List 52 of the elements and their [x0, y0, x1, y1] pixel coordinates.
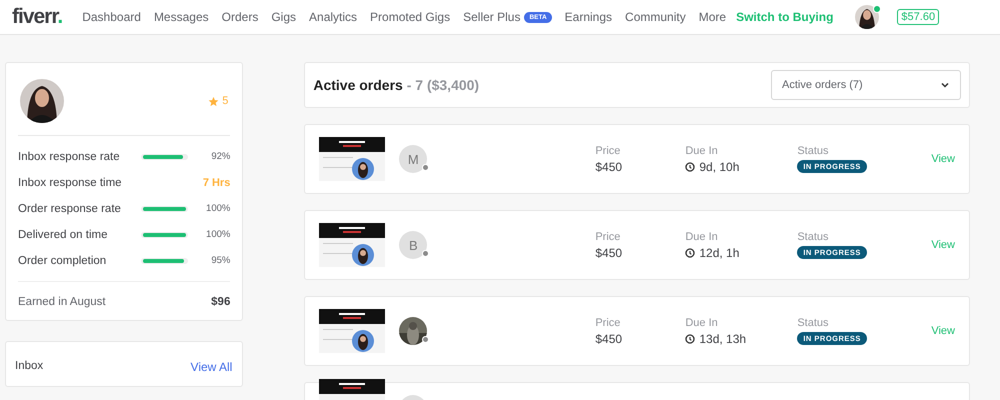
clock-icon	[685, 162, 696, 172]
star-icon	[208, 96, 220, 106]
rating-value: 5	[222, 95, 228, 107]
fiverr-logo[interactable]: fiverr.	[12, 5, 62, 29]
status-label: Status	[797, 231, 830, 243]
metric-label: Order completion	[18, 254, 108, 266]
status-dot	[422, 336, 430, 343]
metric-label: Inbox response time	[18, 176, 123, 188]
orders-title: Active orders - 7 ($3,400)	[313, 77, 480, 93]
nav-link[interactable]: Messages	[154, 10, 209, 24]
due-label: Due In	[685, 230, 719, 242]
due-label: Due In	[685, 316, 719, 328]
metric-value: 100%	[205, 229, 230, 240]
metric-label: Delivered on time	[18, 228, 108, 240]
nav-link[interactable]: Promoted Gigs	[370, 10, 450, 24]
due-value: 12d, 1h	[699, 246, 740, 260]
orders-filter-dropdown[interactable]: Active orders (7)	[771, 70, 961, 100]
metric-value: 7 Hrs	[202, 176, 230, 188]
price-value: $450	[595, 160, 624, 174]
earned-value: $96	[211, 296, 230, 308]
price-label: Price	[595, 230, 622, 242]
metric-value: 100%	[205, 203, 230, 214]
earned-label: Earned in August	[18, 296, 106, 308]
status-label: Status	[797, 145, 830, 157]
nav-link[interactable]: Community	[625, 10, 686, 24]
price-label: Price	[595, 316, 622, 328]
due-value: 9d, 10h	[699, 160, 740, 174]
status-dot	[422, 250, 430, 257]
metric-label: Order response rate	[18, 202, 122, 214]
metric-label: Inbox response rate	[18, 150, 121, 162]
status-dot	[422, 164, 430, 171]
buyer-avatar: M	[399, 145, 428, 173]
view-all-link[interactable]: View All	[190, 360, 232, 374]
nav-link[interactable]: Dashboard	[82, 10, 141, 24]
buyer-avatar: B	[399, 231, 428, 259]
metric-value: 92%	[210, 151, 230, 162]
metric-value: 95%	[210, 255, 230, 266]
nav-link[interactable]: Gigs	[271, 10, 296, 24]
nav-link[interactable]: More	[698, 10, 726, 24]
price-value: $450	[595, 246, 624, 260]
inbox-title: Inbox	[15, 360, 44, 374]
nav-link[interactable]: Earnings	[564, 10, 612, 24]
clock-icon	[685, 248, 696, 258]
nav-link[interactable]: Orders	[222, 10, 258, 24]
status-label: Status	[797, 317, 830, 329]
clock-icon	[685, 334, 696, 344]
price-label: Price	[595, 144, 622, 156]
price-value: $450	[595, 332, 624, 346]
due-value: 13d, 13h	[699, 332, 746, 346]
due-label: Due In	[685, 144, 719, 156]
chevron-down-icon	[940, 80, 950, 90]
nav-link[interactable]: Analytics	[309, 10, 358, 24]
